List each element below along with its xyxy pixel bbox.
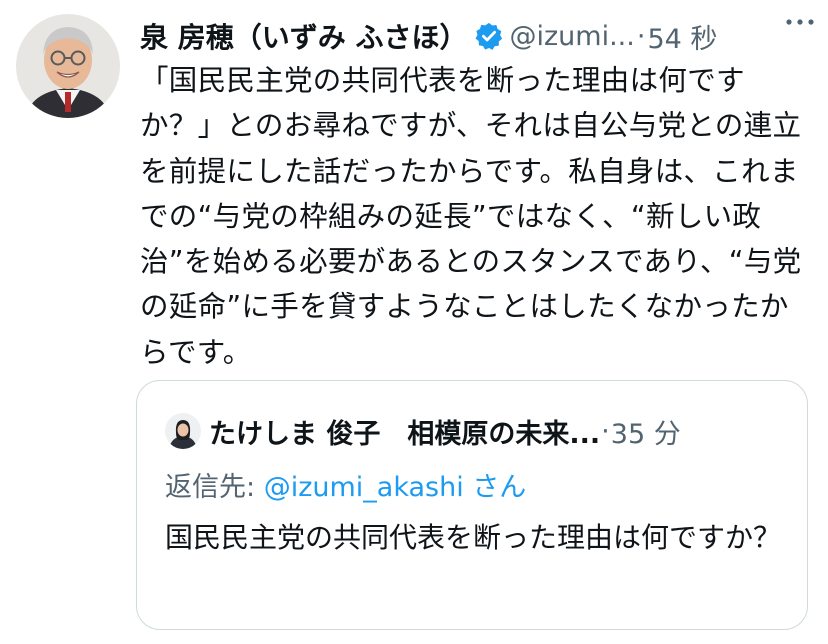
quoted-tweet-card[interactable]: たけしま 俊子 相模原の未来... · 35 分 返信先: @izumi_aka… bbox=[136, 380, 808, 630]
verified-badge-icon bbox=[474, 21, 504, 51]
reply-to-prefix: 返信先: bbox=[165, 472, 264, 503]
tweet-text: 「国民民主党の共同代表を断った理由は何ですか？」とのお尋ねですが、それは自公与党… bbox=[140, 64, 802, 369]
tweet-header: 泉 房穂（いずみ ふさほ） @izumi... · 54 秒 bbox=[140, 14, 820, 58]
more-options-button[interactable] bbox=[780, 4, 820, 40]
author-avatar[interactable] bbox=[16, 14, 120, 118]
quoted-header-separator: · bbox=[601, 415, 610, 447]
tweet-timestamp[interactable]: 54 秒 bbox=[647, 17, 717, 56]
quoted-tweet-text: 国民民主党の共同代表を断った理由は何ですか？ bbox=[165, 521, 782, 554]
reply-to-handle-link[interactable]: @izumi_akashi bbox=[264, 472, 464, 503]
more-dots-icon bbox=[786, 19, 814, 25]
header-separator: · bbox=[636, 20, 646, 52]
quoted-author-name[interactable]: たけしま 俊子 相模原の未来... bbox=[209, 412, 600, 451]
author-name[interactable]: 泉 房穂（いずみ ふさほ） bbox=[140, 16, 468, 56]
quoted-author-avatar bbox=[165, 413, 201, 449]
reply-to-line: 返信先: @izumi_akashi さん bbox=[165, 465, 526, 504]
author-handle[interactable]: @izumi... bbox=[510, 21, 635, 52]
quoted-tweet-header: たけしま 俊子 相模原の未来... · 35 分 bbox=[165, 409, 681, 453]
author-avatar-image bbox=[16, 14, 120, 118]
reply-to-suffix: さん bbox=[463, 472, 527, 503]
quoted-tweet-timestamp[interactable]: 35 分 bbox=[611, 412, 681, 451]
